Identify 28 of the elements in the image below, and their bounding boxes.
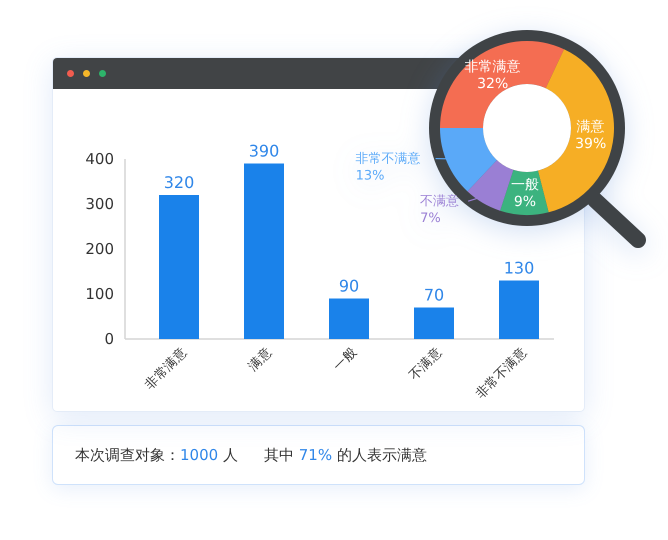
slice-label: 非常满意 32%: [464, 58, 521, 92]
summary-text: 其中 71% 的人表示满意: [264, 446, 427, 464]
value-label: 130: [504, 258, 534, 278]
bar: [329, 298, 369, 339]
category-label: 非常满意: [142, 345, 190, 393]
value-label: 90: [338, 276, 360, 296]
y-tick-label: 200: [85, 240, 114, 258]
category-label: 不满意: [406, 345, 445, 384]
summary-text: 本次调查对象：1000 人: [75, 446, 238, 464]
window-control-dot[interactable]: [67, 70, 74, 77]
slice-label: 满意 39%: [575, 119, 606, 152]
value-label: 390: [248, 142, 280, 160]
value-label: 70: [424, 286, 444, 304]
bar: [499, 280, 539, 339]
slice-label: 不满意 7%: [420, 194, 460, 226]
value-label: 320: [164, 173, 194, 192]
y-tick-label: 400: [85, 150, 114, 168]
category-label: 一般: [330, 345, 360, 374]
slice-label: 一般 9%: [511, 176, 539, 210]
bar: [414, 308, 454, 339]
window-control-dot[interactable]: [83, 70, 90, 77]
window-control-dot[interactable]: [99, 70, 106, 77]
category-label: 满意: [246, 345, 275, 374]
category-label: 非常不满意: [473, 345, 530, 402]
y-tick-label: 100: [85, 285, 114, 303]
y-tick-label: 0: [104, 330, 114, 348]
y-tick-label: 300: [85, 195, 114, 213]
slice-label: 非常不满意 13%: [356, 152, 421, 184]
